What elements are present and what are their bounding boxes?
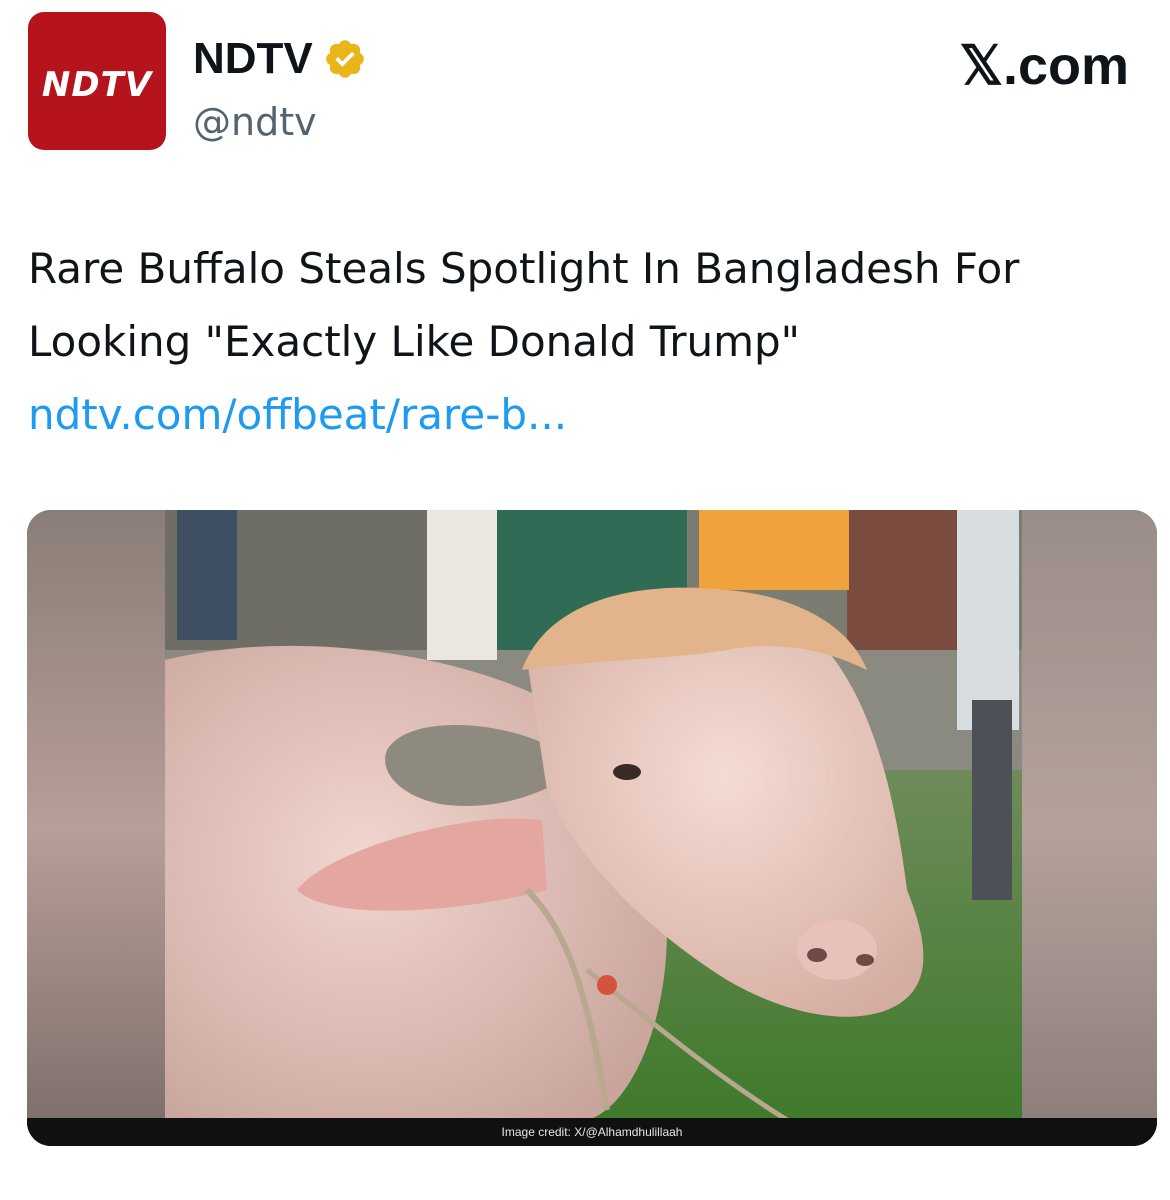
article-link[interactable]: ndtv.com/offbeat/rare-b... <box>28 390 567 439</box>
image-credit: Image credit: X/@Alhamdhulillaah <box>501 1125 683 1139</box>
avatar[interactable]: NDTV <box>28 12 166 150</box>
buffalo-photo-illustration <box>27 510 1157 1146</box>
x-brand-label[interactable]: 𝕏.com <box>959 36 1129 96</box>
media-image[interactable]: Image credit: X/@Alhamdhulillaah <box>27 510 1157 1146</box>
tweet-body: Rare Buffalo Steals Spotlight In Banglad… <box>28 244 1020 366</box>
ndtv-logo: NDTV <box>41 65 153 105</box>
account-handle[interactable]: @ndtv <box>193 100 317 144</box>
image-caption-bar: Image credit: X/@Alhamdhulillaah <box>27 1118 1157 1146</box>
display-name[interactable]: NDTV <box>193 34 313 84</box>
tweet-text: Rare Buffalo Steals Spotlight In Banglad… <box>28 232 1148 451</box>
tweet-header: NDTV NDTV @ndtv 𝕏.com <box>28 12 1143 152</box>
verified-badge-icon <box>325 40 364 78</box>
name-row: NDTV <box>193 34 367 84</box>
